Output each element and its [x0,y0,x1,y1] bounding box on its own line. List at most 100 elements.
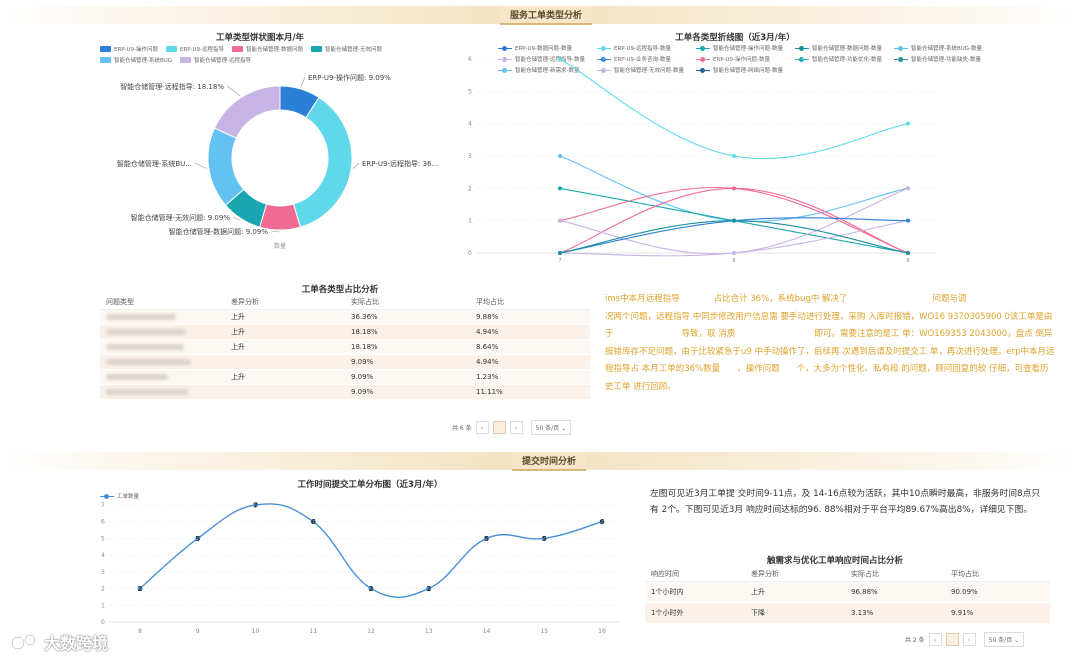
cell-avg: 90.09% [945,581,1050,603]
cell-avg: 4.94% [470,324,590,340]
col-header-type: 问题类型 [100,295,225,310]
data-point[interactable] [732,218,736,223]
legend-label: 智能仓储管理-系统BUG [114,58,173,64]
line-legend-item[interactable]: 智能仓储管理-数据问题-数量 [795,44,890,52]
y-tick-label: 5 [101,535,105,542]
col-header-avg: 平均占比 [470,295,590,310]
y-tick-label: 2 [101,586,105,593]
ratio-table-title: 工单各类型占比分析 [301,285,379,295]
data-point[interactable] [558,218,562,223]
cell-trend: 上升 [225,369,345,385]
redacted-text [106,328,186,335]
pie-legend-item[interactable]: ERP-U9-操作问题 [100,45,158,53]
y-tick-label: 4 [101,552,105,559]
pie-slice-label: ERP-U9-操作问题: 9.09% [308,73,391,82]
pie-chart-title: 工单类型饼状图本月/年 [215,33,305,43]
legend-swatch [100,46,111,52]
data-point[interactable] [906,186,910,191]
time-note: 左图可见近3月工单提 交时间9-11点，及 14-16点较为活跃，其中10点瞬时… [650,489,1041,515]
pie-legend-item[interactable]: 智能仓储管理-数据问题 [232,45,303,53]
x-tick-label: 11 [309,628,317,635]
data-label: 5 [195,535,200,543]
pie-leader-line [353,162,360,169]
data-point[interactable] [558,57,562,61]
legend-line-icon [498,45,512,51]
series-line[interactable] [559,220,909,254]
page-size-select[interactable]: 50 条/页 ⌄ [530,420,572,435]
data-label: 5 [542,535,547,543]
series-line[interactable] [559,220,909,257]
line-legend-item[interactable]: 智能仓储管理-操作问题-数量 [696,44,791,52]
pie-slice[interactable] [207,127,245,206]
series-line[interactable] [139,503,603,599]
next-page-button[interactable]: › [962,633,976,646]
data-point[interactable] [906,121,910,126]
data-point[interactable] [732,154,736,158]
data-point[interactable] [732,186,736,191]
pie-slice[interactable] [292,96,353,228]
x-tick-label: 13 [425,628,433,635]
legend-label: 智能仓储管理-数据问题 [246,47,303,53]
table-row[interactable]: 9.09% 11.11% [100,384,590,400]
redacted-text [106,388,188,395]
line-legend-item[interactable]: ERP-U9-远程指导-数量 [597,44,692,52]
watermark-logo-icon [11,634,36,650]
pie-legend-item[interactable]: ERP-U9-远程指导 [166,45,224,53]
page-number[interactable] [945,633,959,646]
cell-trend: 上升 [745,581,845,603]
redacted-text [106,313,176,320]
x-tick-label: 7 [558,258,561,264]
page-size-select[interactable]: 50 条/页 ⌄ [983,632,1025,647]
pie-legend-item[interactable]: 智能仓储管理-远程指导 [180,56,251,64]
pie-slice-label: 智能仓储管理-无效问题: 9.09% [131,213,231,222]
line-legend-item[interactable]: 智能仓储管理-系统BUG-数量 [894,44,989,52]
legend-swatch [232,46,243,52]
cell-actual: 96.88% [845,581,945,603]
time-chart-title: 工作时间提交工单分布图（近3月/年） [297,480,443,490]
cell-actual: 3.13% [845,602,945,624]
y-tick-label: 6 [101,519,105,526]
data-point[interactable] [906,218,910,223]
table-row[interactable]: 上升 18.18% 8.64% [100,339,590,355]
ratio-pager: 共 6 条 ‹ › 50 条/页 ⌄ [452,420,572,435]
cell-avg: 9.91% [945,602,1050,624]
page-number[interactable] [492,421,506,434]
prev-page-button[interactable]: ‹ [475,421,489,434]
resp-col-header-avg: 平均占比 [945,567,1050,582]
data-point[interactable] [558,154,562,158]
table-row[interactable]: 9.09% 4.94% [100,354,590,370]
y-tick-label: 0 [468,250,472,257]
table-row[interactable]: 1个小时内 上升 96.88% 90.09% [645,581,1050,603]
legend-label: 智能仓储管理-系统BUG-数量 [911,46,983,52]
data-point[interactable] [558,186,562,191]
pie-slice[interactable] [213,85,281,139]
cell-name: 1个小时内 [645,581,745,603]
cell-actual: 18.18% [345,324,470,340]
col-header-actual: 实际占比 [345,295,470,310]
prev-page-button[interactable]: ‹ [928,633,942,646]
data-point[interactable] [558,251,562,255]
next-page-button[interactable]: › [509,421,523,434]
x-tick-label: 15 [540,628,548,635]
pie-legend-item[interactable]: 智能仓储管理-无效问题 [311,45,382,53]
table-row[interactable]: 上升 36.36% 9.88% [100,309,590,325]
legend-label: 智能仓储管理-无效问题 [325,47,382,53]
table-row[interactable]: 1个小时外 下降 3.13% 9.91% [645,602,1050,624]
series-line[interactable] [559,58,909,160]
response-table: 响应时间 差异分析 实际占比 平均占比 1个小时内 上升 96.88% 90.09% 1… [645,567,1050,624]
pie-legend-item[interactable]: 智能仓储管理-系统BUG [100,56,172,64]
data-point[interactable] [906,251,910,255]
cell-name: 1个小时外 [645,602,745,624]
legend-label: ERP-U9-数据问题-数量 [515,46,572,52]
data-point[interactable] [732,251,736,255]
y-tick-label: 1 [468,218,472,225]
x-tick-label: 8 [138,628,142,635]
y-tick-label: 5 [468,88,472,95]
table-row[interactable]: 上升 18.18% 4.94% [100,324,590,340]
legend-line-icon [696,45,710,51]
col-header-trend: 差异分析 [225,295,345,310]
legend-swatch [180,57,192,63]
data-label: 5 [484,535,489,543]
line-legend-item[interactable]: ERP-U9-数据问题-数量 [498,44,593,52]
table-row[interactable]: 上升 9.09% 1.23% [100,369,590,385]
